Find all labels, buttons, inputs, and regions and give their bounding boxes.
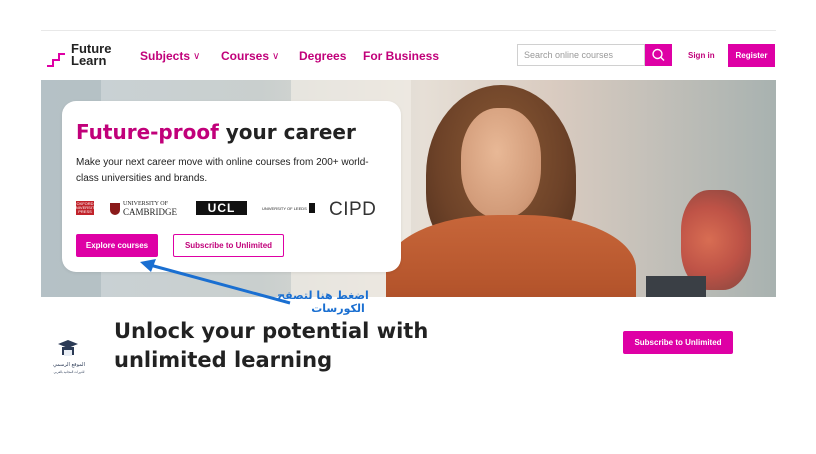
hero-description: Make your next career move with online c… (76, 157, 369, 184)
leeds-mark-icon (308, 203, 315, 213)
oxford-logo: OXFORD UNIVERSITY PRESS (73, 201, 98, 215)
watermark-text-2: للدورات المجانية بالعربي (53, 370, 85, 374)
search-input[interactable] (517, 44, 645, 66)
nav-for-business-label: For Business (363, 49, 440, 63)
cambridge-logo: UNIVERSITY OF CAMBRIDGE (110, 201, 177, 217)
nav-subjects-label: Subjects (140, 49, 191, 63)
sign-in-link[interactable]: Sign in (688, 51, 715, 60)
nav-degrees[interactable]: Degrees (299, 49, 346, 63)
chevron-down-icon: ∨ (272, 50, 280, 62)
annotation-label: اضغط هنا لتصفح الكورسات (262, 289, 384, 315)
subscribe-unlimited-outline-button[interactable]: Subscribe to Unlimited (173, 234, 284, 257)
nav-courses-label: Courses (221, 49, 270, 63)
annotation-line-2: الكورسات (311, 302, 365, 315)
nav-for-business[interactable]: For Business (363, 49, 439, 63)
annotation-line-1: اضغط هنا لتصفح (277, 289, 369, 302)
hero-title-rest: your career (218, 120, 356, 144)
hero-title: Future-proof your career (76, 120, 356, 144)
top-divider (41, 30, 776, 31)
hero-title-accent: Future-proof (76, 120, 219, 144)
nav-degrees-label: Degrees (299, 49, 347, 63)
ucl-logo-text: UCL (207, 201, 236, 215)
watermark-text-1: الموقع الرسمي (53, 362, 85, 368)
chevron-down-icon: ∨ (193, 50, 201, 62)
watermark-logo: الموقع الرسمي للدورات المجانية بالعربي (44, 340, 94, 380)
cipd-logo-text: CIPD (329, 199, 377, 220)
search-icon (652, 48, 665, 61)
leeds-logo: UNIVERSITY OF LEEDS (262, 203, 315, 213)
promo-title: Unlock your potential with unlimited lea… (114, 319, 429, 372)
leeds-logo-text: UNIVERSITY OF LEEDS (262, 205, 307, 211)
hero-card: Future-proof your career Make your next … (62, 101, 401, 272)
register-button[interactable]: Register (728, 44, 775, 67)
explore-courses-button[interactable]: Explore courses (76, 234, 158, 257)
logo-text: Future Learn (71, 42, 111, 68)
cipd-logo: CIPD (329, 199, 376, 221)
futurelearn-logo[interactable]: Future Learn (47, 42, 111, 68)
cambridge-line-2: CAMBRIDGE (123, 207, 178, 217)
ucl-logo: UCL (196, 201, 247, 215)
nav-subjects[interactable]: Subjects ∨ (140, 49, 200, 63)
graduation-cap-icon (58, 340, 78, 356)
oxford-logo-text: OXFORD UNIVERSITY PRESS (73, 201, 98, 214)
subscribe-unlimited-button[interactable]: Subscribe to Unlimited (623, 331, 733, 354)
nav-courses[interactable]: Courses ∨ (221, 49, 279, 63)
search-button[interactable] (645, 44, 672, 66)
cambridge-shield-icon (110, 203, 120, 215)
logo-steps-icon (47, 53, 65, 67)
logo-line-2: Learn (71, 53, 107, 68)
